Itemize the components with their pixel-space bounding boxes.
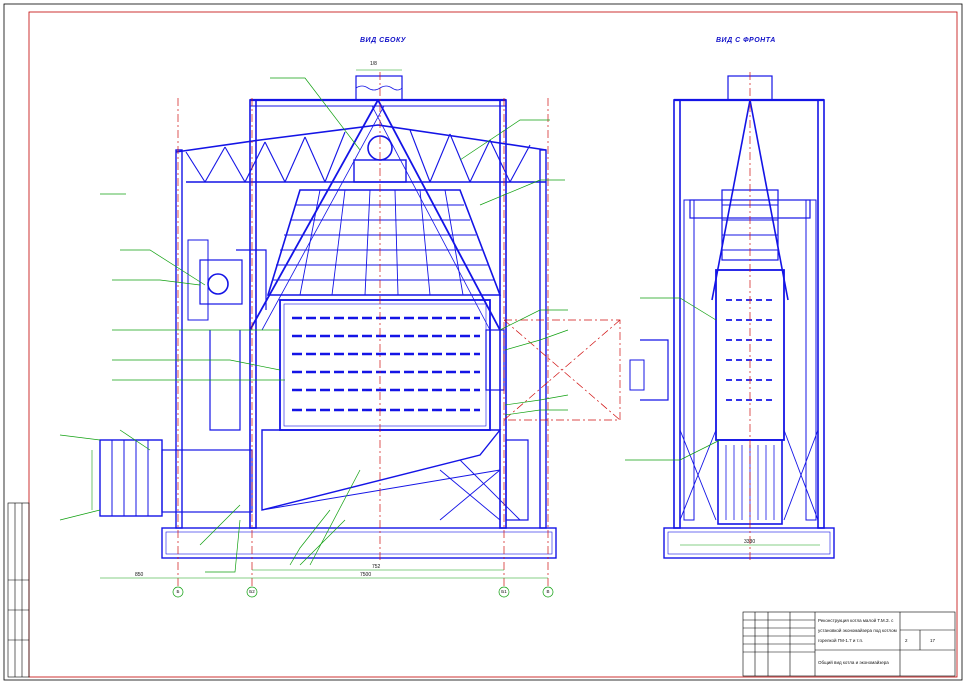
sheet-count: 17 <box>930 638 936 643</box>
dim-side-left: 850 <box>135 572 144 578</box>
axis-lines <box>177 72 751 592</box>
technical-drawing <box>3 3 963 681</box>
axis-label-4: В <box>546 589 550 594</box>
title-line-2: установкой экономайзера под котлом <box>818 628 897 633</box>
dimension-lines <box>91 69 820 579</box>
axis-label-1: Б <box>176 589 180 594</box>
axis-label-3: Б1 <box>501 589 507 594</box>
axis-bubbles <box>172 586 554 598</box>
axis-label-2: Б2 <box>249 589 255 594</box>
front-view <box>629 75 835 559</box>
side-stamp <box>7 502 30 678</box>
title-line-3: горелкой ГМ-1.7 и т.п. <box>818 638 864 643</box>
drawing-name: Общий вид котла и экономайзера <box>818 660 889 665</box>
side-view-title: ВИД СБОКУ <box>360 37 406 44</box>
leader-lines <box>59 77 721 573</box>
sheet-number: 2 <box>905 638 908 643</box>
front-view-title: ВИД С ФРОНТА <box>716 37 776 44</box>
side-view <box>99 75 557 559</box>
title-line-1: Реконструкция котла малой Т.М.З. с <box>818 618 894 623</box>
dim-chimney: 1/8 <box>370 61 377 67</box>
dim-front-width: 3330 <box>744 539 756 545</box>
dim-side-total: 7500 <box>360 572 372 578</box>
dim-side-span: 752 <box>372 564 381 570</box>
drawing-sheet: ВИД СБОКУ ВИД С ФРОНТА 1/8 7500 752 850 … <box>0 0 966 684</box>
